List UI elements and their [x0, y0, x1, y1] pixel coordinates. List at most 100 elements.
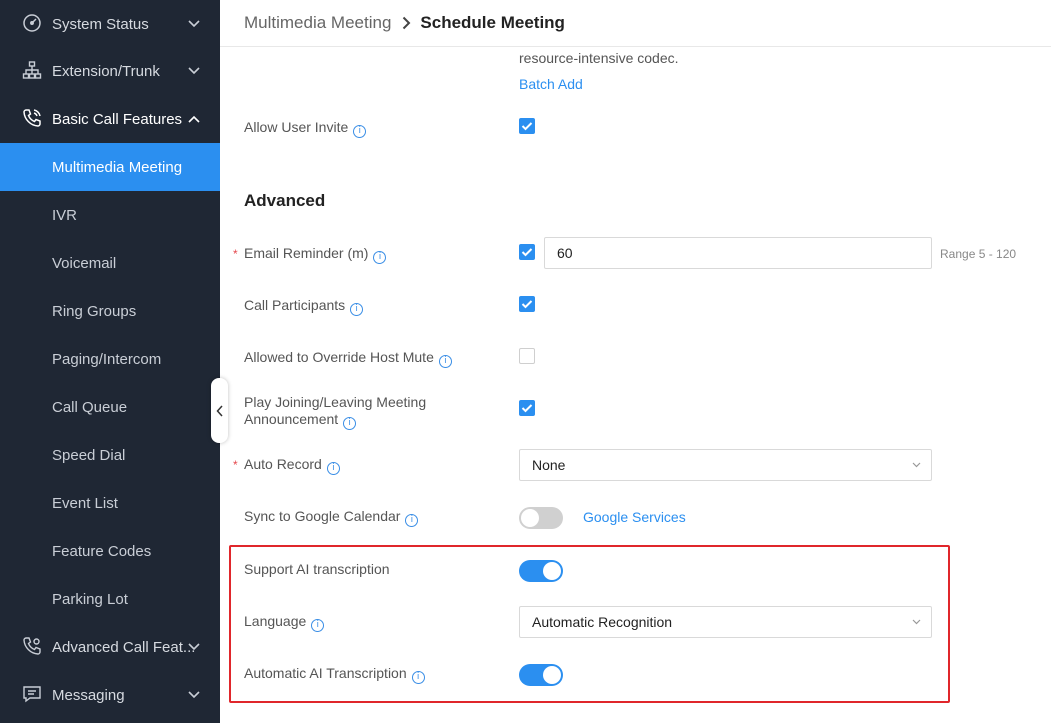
info-icon[interactable]: i [373, 251, 387, 264]
allow-user-invite-text: Allow User Invite [244, 119, 349, 135]
sidebar-subitem-label: Speed Dial [52, 446, 126, 464]
play-announcement-text-line1: Play Joining/Leaving Meeting [244, 394, 427, 410]
sidebar-subitem-label: Paging/Intercom [52, 350, 162, 368]
info-icon[interactable]: i [311, 619, 325, 632]
required-marker: * [233, 458, 238, 472]
info-icon[interactable]: i [326, 462, 340, 475]
language-value: Automatic Recognition [532, 614, 673, 630]
sidebar-subitem-label: Parking Lot [52, 590, 128, 608]
override-host-mute-text: Allowed to Override Host Mute [244, 349, 434, 365]
call-participants-label: Call Participants i [244, 297, 364, 316]
sidebar-item-label: Advanced Call Feat... [52, 638, 196, 656]
language-text: Language [244, 613, 307, 629]
breadcrumb: Multimedia Meeting Schedule Meeting [244, 13, 565, 33]
support-ai-label: Support AI transcription [244, 561, 390, 577]
email-reminder-checkbox[interactable] [519, 244, 535, 260]
sidebar-subitem-parking-lot[interactable]: Parking Lot [0, 575, 220, 623]
call-participants-text: Call Participants [244, 297, 346, 313]
batch-add-link[interactable]: Batch Add [519, 76, 583, 92]
sync-google-text: Sync to Google Calendar [244, 508, 401, 524]
info-icon[interactable]: i [405, 514, 419, 527]
toggle-knob [543, 562, 561, 580]
auto-record-value: None [532, 457, 566, 473]
info-icon[interactable]: i [353, 125, 367, 138]
sidebar-subitem-event-list[interactable]: Event List [0, 479, 220, 527]
sidebar-subitem-label: Feature Codes [52, 542, 152, 560]
sidebar-subitem-feature-codes[interactable]: Feature Codes [0, 527, 220, 575]
chevron-down-icon [188, 20, 200, 28]
sidebar-subitem-call-queue[interactable]: Call Queue [0, 383, 220, 431]
info-icon[interactable]: i [438, 355, 452, 368]
auto-ai-toggle[interactable] [519, 664, 563, 686]
chevron-down-icon [188, 691, 200, 699]
chevron-left-icon [215, 404, 223, 417]
sidebar-subitem-label: Voicemail [52, 254, 117, 272]
override-host-mute-label: Allowed to Override Host Mute i [244, 349, 452, 368]
toggle-knob [521, 509, 539, 527]
page-title: Schedule Meeting [420, 13, 565, 32]
allow-user-invite-label: Allow User Invite i [244, 119, 367, 138]
override-host-mute-checkbox[interactable] [519, 348, 535, 364]
sidebar-subitem-label: Ring Groups [52, 302, 137, 320]
sidebar-item-extension-trunk[interactable]: Extension/Trunk [0, 47, 220, 95]
play-announcement-text-line2: Announcement [244, 411, 339, 427]
org-chart-icon [22, 61, 42, 79]
sidebar-item-label: System Status [52, 15, 149, 33]
sidebar-item-advanced-call-features[interactable]: Advanced Call Feat... [0, 623, 220, 671]
email-reminder-range: Range 5 - 120 [940, 247, 1017, 261]
phone-call-icon [23, 109, 41, 127]
sidebar: System Status Extension/Trunk Basic Call… [0, 0, 220, 723]
chevron-right-icon [402, 16, 411, 30]
sidebar-subitem-label: IVR [52, 206, 78, 224]
sidebar-subitem-label: Call Queue [52, 398, 128, 416]
sidebar-subitem-ivr[interactable]: IVR [0, 191, 220, 239]
sync-google-toggle[interactable] [519, 507, 563, 529]
sidebar-item-basic-call-features[interactable]: Basic Call Features [0, 95, 220, 143]
sync-google-label: Sync to Google Calendar i [244, 508, 419, 527]
codec-note: resource-intensive codec. [519, 50, 679, 66]
phone-settings-icon [23, 637, 41, 655]
chevron-down-icon [188, 67, 200, 75]
language-label: Language i [244, 613, 325, 632]
message-icon [23, 686, 41, 703]
info-icon[interactable]: i [411, 671, 425, 684]
checkmark-icon [521, 248, 533, 257]
email-reminder-text: Email Reminder (m) [244, 245, 369, 261]
sidebar-subitem-multimedia-meeting[interactable]: Multimedia Meeting [0, 143, 220, 191]
sidebar-item-messaging[interactable]: Messaging [0, 671, 220, 719]
language-select[interactable]: Automatic Recognition [519, 606, 932, 638]
auto-ai-text: Automatic AI Transcription [244, 665, 407, 681]
allow-user-invite-checkbox[interactable] [519, 118, 535, 134]
call-participants-checkbox[interactable] [519, 296, 535, 312]
sidebar-subitem-ring-groups[interactable]: Ring Groups [0, 287, 220, 335]
checkmark-icon [521, 122, 533, 131]
sidebar-item-label: Extension/Trunk [52, 62, 160, 80]
chevron-down-icon [188, 643, 200, 651]
support-ai-toggle[interactable] [519, 560, 563, 582]
auto-ai-label: Automatic AI Transcription i [244, 665, 425, 684]
toggle-knob [543, 666, 561, 684]
auto-record-select[interactable]: None [519, 449, 932, 481]
play-announcement-checkbox[interactable] [519, 400, 535, 416]
google-services-link[interactable]: Google Services [583, 509, 686, 525]
sidebar-subitem-label: Event List [52, 494, 118, 512]
auto-record-text: Auto Record [244, 456, 322, 472]
email-reminder-label: Email Reminder (m) i [244, 245, 387, 264]
sidebar-collapse-handle[interactable] [211, 378, 228, 443]
auto-record-label: Auto Record i [244, 456, 340, 475]
chevron-down-icon [912, 619, 921, 625]
sidebar-subitem-label: Multimedia Meeting [52, 158, 183, 176]
sidebar-subitem-paging-intercom[interactable]: Paging/Intercom [0, 335, 220, 383]
info-icon[interactable]: i [350, 303, 364, 316]
gauge-icon [23, 14, 41, 32]
sidebar-subitem-voicemail[interactable]: Voicemail [0, 239, 220, 287]
chevron-down-icon [912, 462, 921, 468]
breadcrumb-parent[interactable]: Multimedia Meeting [244, 13, 391, 33]
checkmark-icon [521, 300, 533, 309]
sidebar-subitem-speed-dial[interactable]: Speed Dial [0, 431, 220, 479]
checkmark-icon [521, 404, 533, 413]
sidebar-item-system-status[interactable]: System Status [0, 0, 220, 48]
email-reminder-input[interactable]: 60 [544, 237, 932, 269]
info-icon[interactable]: i [343, 417, 357, 430]
required-marker: * [233, 247, 238, 261]
